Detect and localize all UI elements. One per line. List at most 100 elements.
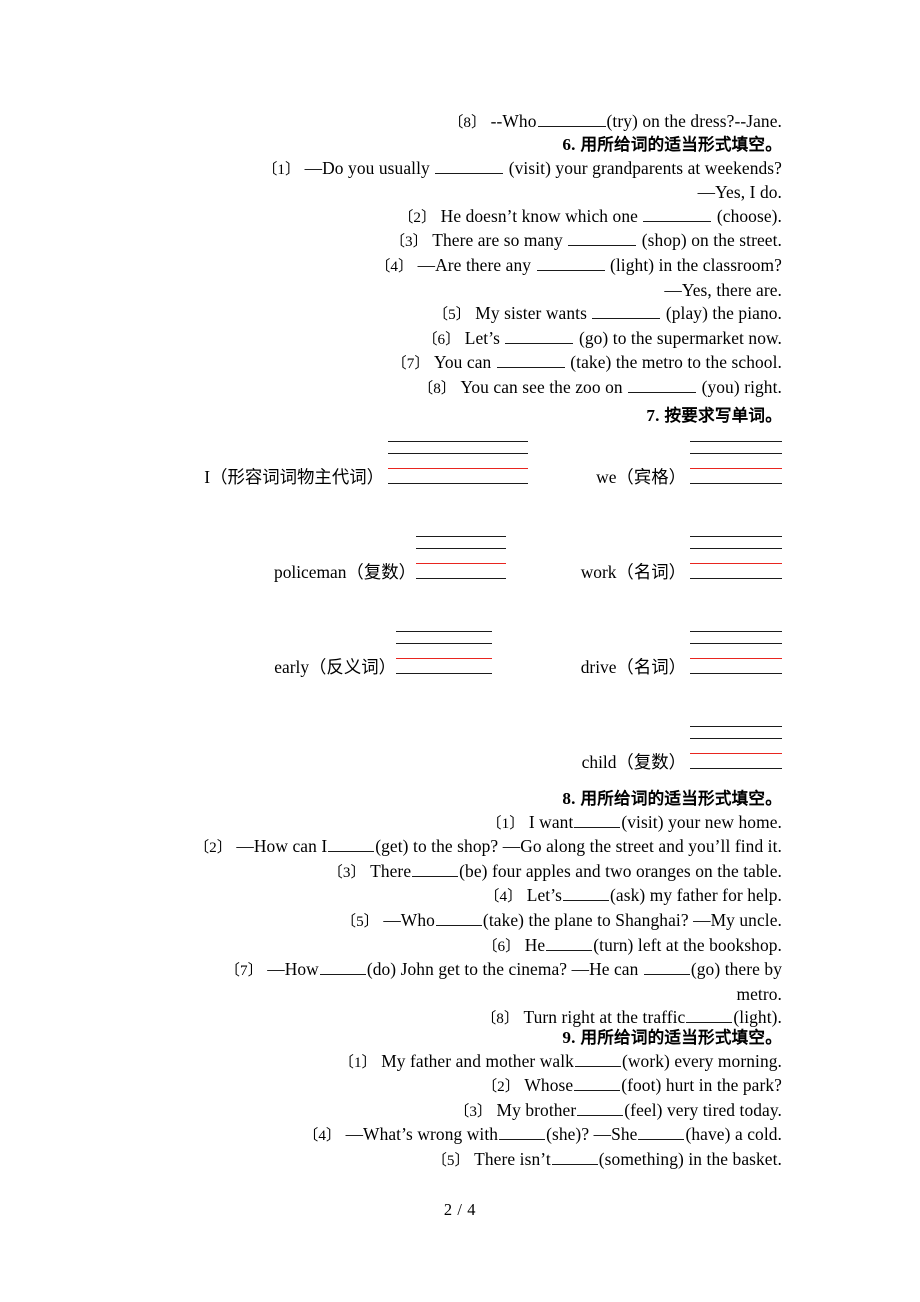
question-text-before: He — [524, 934, 546, 955]
question-text-after: (take) the metro to the school. — [570, 352, 782, 373]
question-line: 〔8〕 --Who (try) on the dress?--Jane. — [138, 110, 782, 135]
answer-blank[interactable] — [435, 909, 482, 926]
handwriting-guide[interactable] — [388, 441, 528, 484]
answer-blank[interactable] — [563, 884, 609, 902]
page-number: 2 / 4 — [443, 1200, 477, 1219]
question-number: 〔6〕 — [482, 937, 521, 955]
answer-blank[interactable] — [638, 1123, 685, 1141]
question-line: 〔5〕 There isn’t (something) in the basket… — [138, 1148, 782, 1173]
word-prompt: policeman（复数） — [274, 561, 416, 582]
question-text-after: (feel) very tired today. — [624, 1099, 782, 1120]
question-line: 〔4〕 —Are there any (light) in the classr… — [138, 254, 782, 279]
exercise-q5-tail: 〔8〕 --Who (try) on the dress?--Jane. — [138, 110, 782, 135]
question-number: 〔5〕 — [340, 912, 379, 930]
answer-blank[interactable] — [574, 1074, 621, 1092]
question-number: 〔5〕 — [432, 306, 471, 324]
question-text-after: (ask) my father for help. — [610, 885, 782, 906]
question-text-after: (light). — [733, 1007, 782, 1028]
section-7-title: 按要求写单词。 — [664, 406, 782, 425]
question-line: 〔5〕 —Who (take) the plane to Shanghai? —M… — [138, 909, 782, 934]
question-number: 〔4〕 — [484, 888, 523, 906]
answer-blank[interactable] — [574, 1050, 621, 1067]
answer-blank[interactable] — [574, 811, 621, 828]
question-number: 〔1〕 — [262, 160, 301, 178]
question-text-before: —Who — [383, 909, 435, 930]
answer-blank[interactable] — [568, 229, 637, 247]
answer-blank[interactable] — [577, 1099, 624, 1116]
exercise-section-6: 6. 用所给词的适当形式填空。 〔1〕 —Do you usually (vis… — [138, 133, 782, 401]
word-form-row: early（反义词） drive（名词） — [138, 618, 782, 713]
answer-blank[interactable] — [551, 1148, 598, 1165]
word-prompt: drive（名词） — [580, 656, 686, 677]
question-text-after: (be) four apples and two oranges on the … — [459, 860, 782, 881]
answer-blank[interactable] — [537, 110, 606, 127]
question-text-before: My brother — [496, 1099, 577, 1120]
word-prompt: work（名词） — [580, 561, 686, 582]
question-number: 〔7〕 — [391, 355, 430, 373]
question-number: 〔5〕 — [431, 1151, 470, 1169]
word-prompt: I（形容词词物主代词） — [204, 466, 384, 487]
exercise-section-8: 8. 用所给词的适当形式填空。 〔1〕 I want (visit) your n… — [138, 787, 782, 1031]
answer-blank[interactable] — [686, 1006, 733, 1024]
section-9-heading: 9. 用所给词的适当形式填空。 — [138, 1026, 782, 1050]
question-text-before: —Are there any — [417, 254, 532, 275]
answer-blank[interactable] — [319, 958, 366, 976]
answer-blank[interactable] — [628, 376, 697, 393]
question-number: 〔8〕 — [448, 114, 487, 131]
word-form-cell: we（宾格） — [542, 428, 782, 486]
word-form-row: I（形容词词物主代词） we（宾格） — [138, 428, 782, 523]
question-text-after: (she)? —She — [546, 1124, 638, 1145]
word-form-cell: drive（名词） — [542, 618, 782, 677]
question-number: 〔3〕 — [454, 1102, 493, 1120]
handwriting-guide[interactable] — [416, 536, 506, 579]
exercise-section-9: 9. 用所给词的适当形式填空。 〔1〕 My father and mother… — [138, 1026, 782, 1173]
answer-blank[interactable] — [643, 205, 712, 222]
question-line: 〔7〕 —How (do) John get to the cinema? —He… — [138, 958, 782, 983]
question-number: 〔1〕 — [486, 814, 525, 832]
answer-blank[interactable] — [328, 835, 375, 853]
handwriting-guide[interactable] — [690, 441, 782, 484]
question-text-after: (choose). — [716, 205, 782, 226]
section-6-title: 用所给词的适当形式填空。 — [580, 135, 782, 154]
answer-blank[interactable] — [546, 934, 593, 951]
question-text-before: Turn right at the traffic — [523, 1007, 686, 1028]
question-text-after: (try) on the dress?--Jane. — [606, 111, 782, 131]
question-text-after: (light) in the classroom? — [609, 254, 782, 275]
question-line: 〔3〕 My brother (feel) very tired today. — [138, 1099, 782, 1124]
question-line: 〔4〕 Let’s (ask) my father for help. — [138, 884, 782, 909]
answer-blank[interactable] — [435, 157, 504, 174]
section-6-number: 6. — [562, 135, 576, 154]
answer-blank[interactable] — [505, 327, 574, 344]
word-prompt: child（复数） — [581, 751, 686, 772]
answer-blank[interactable] — [496, 351, 565, 369]
question-text-before: Let’s — [464, 327, 501, 348]
question-continuation: metro. — [138, 983, 782, 1007]
answer-blank[interactable] — [643, 958, 690, 976]
answer-blank[interactable] — [536, 254, 605, 271]
question-text-before: You can — [433, 352, 492, 373]
question-text-after: (go) to the supermarket now. — [578, 327, 782, 348]
answer-blank[interactable] — [412, 860, 459, 877]
word-form-exercise: I（形容词词物主代词） we（宾格） policeman（复数） work（名词… — [138, 428, 782, 808]
question-text-before: My sister wants — [475, 303, 587, 324]
question-line: 〔7〕 You can (take) the metro to the scho… — [138, 351, 782, 376]
question-line: 〔3〕 There (be) four apples and two orange… — [138, 860, 782, 885]
question-text-after: —Yes, I do. — [697, 182, 782, 203]
handwriting-guide[interactable] — [690, 631, 782, 674]
handwriting-guide[interactable] — [690, 536, 782, 579]
handwriting-guide[interactable] — [690, 726, 782, 769]
question-text-after: (take) the plane to Shanghai? —My uncle. — [482, 909, 782, 930]
question-text-after: (shop) on the street. — [641, 230, 782, 251]
section-8-title: 用所给词的适当形式填空。 — [580, 789, 782, 808]
answer-blank[interactable] — [499, 1123, 546, 1141]
question-line: 〔1〕 I want (visit) your new home. — [138, 811, 782, 836]
answer-blank[interactable] — [592, 302, 661, 320]
question-line: 〔1〕 My father and mother walk (work) ever… — [138, 1050, 782, 1075]
question-continuation: —Yes, there are. — [138, 279, 782, 303]
question-number: 〔6〕 — [422, 330, 461, 348]
question-text-before: There isn’t — [474, 1148, 551, 1169]
section-7-heading-wrap: 7. 按要求写单词。 — [138, 404, 782, 428]
handwriting-guide[interactable] — [396, 631, 492, 674]
word-form-cell: early（反义词） — [138, 618, 528, 676]
question-text-before: He doesn’t know which one — [440, 205, 638, 226]
